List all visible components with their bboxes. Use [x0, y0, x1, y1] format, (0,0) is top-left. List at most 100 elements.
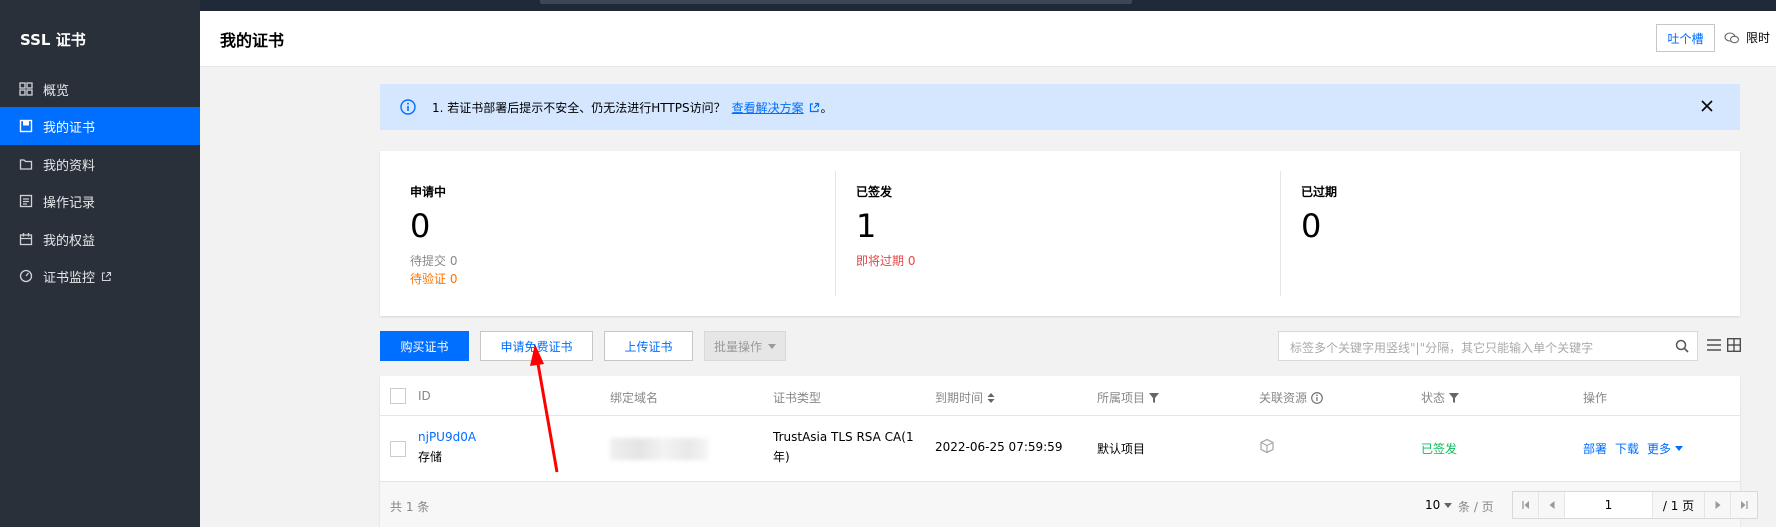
folder-icon — [19, 159, 33, 170]
project-name: 默认项目 — [1097, 442, 1146, 456]
stat-value: 0 — [1301, 207, 1322, 245]
stat-pending-verify[interactable]: 待验证 0 — [410, 270, 457, 287]
sidebar-item-operation-log[interactable]: 操作记录 — [0, 182, 200, 220]
stat-applying: 申请中 0 待提交 0 待验证 0 — [410, 151, 820, 316]
grid-view-icon[interactable] — [1727, 338, 1741, 352]
external-link-icon — [810, 102, 820, 113]
filter-icon[interactable] — [1149, 392, 1160, 403]
notice-banner: 1. 若证书部署后提示不安全、仍无法进行HTTPS访问？ 查看解决方案 。 — [380, 84, 1740, 130]
notice-message: 1. 若证书部署后提示不安全、仍无法进行HTTPS访问？ — [432, 101, 726, 115]
caret-down-icon — [1444, 502, 1453, 508]
stat-issued: 已签发 1 即将过期 0 — [856, 151, 1266, 316]
limited-offer-link[interactable]: 限时 — [1724, 29, 1770, 46]
stat-value: 0 — [410, 207, 431, 245]
close-icon[interactable] — [1700, 99, 1714, 113]
prev-page-icon — [1549, 501, 1554, 509]
column-header-label: 所属项目 — [1097, 391, 1146, 405]
sidebar-item-my-materials[interactable]: 我的资料 — [0, 145, 200, 183]
page-header: 我的证书 吐个槽 限时 — [200, 11, 1776, 67]
sidebar-item-my-benefits[interactable]: 我的权益 — [0, 220, 200, 258]
upload-certificate-button[interactable]: 上传证书 — [604, 331, 693, 361]
certificate-id-link[interactable]: njPU9d0A — [418, 430, 476, 444]
more-label: 更多 — [1647, 442, 1672, 456]
certificate-table: ID 绑定域名 证书类型 到期时间 所属项目 关联资源 状态 操作 njPU9d… — [380, 376, 1758, 527]
calendar-icon — [19, 233, 33, 246]
monitor-icon — [19, 269, 33, 283]
stat-label: 已签发 — [856, 185, 893, 199]
column-header-domain: 绑定域名 — [610, 391, 659, 405]
table-footer: 共 1 条 10 条 / 页 1 / 1 页 — [380, 482, 1758, 527]
search-placeholder: 标签多个关键字用竖线"|"分隔，其它只能输入单个关键字 — [1290, 341, 1594, 355]
notice-text: 1. 若证书部署后提示不安全、仍无法进行HTTPS访问？ 查看解决方案 。 — [432, 99, 832, 116]
total-count: 共 1 条 — [390, 500, 430, 514]
batch-operation-button[interactable]: 批量操作 — [704, 331, 786, 361]
sidebar-item-label: 我的权益 — [43, 233, 96, 249]
search-input[interactable]: 标签多个关键字用竖线"|"分隔，其它只能输入单个关键字 — [1278, 331, 1698, 361]
more-actions-dropdown[interactable]: 更多 — [1647, 440, 1684, 457]
page-title: 我的证书 — [220, 31, 285, 50]
stat-expired: 已过期 0 — [1301, 151, 1711, 316]
batch-operation-label: 批量操作 — [713, 339, 762, 354]
page-size-value: 10 — [1425, 498, 1441, 512]
sidebar-item-label: 我的证书 — [43, 120, 96, 136]
sidebar-item-label: 证书监控 — [43, 270, 96, 286]
stat-value: 1 — [856, 207, 877, 245]
deploy-link[interactable]: 部署 — [1583, 440, 1607, 457]
last-page-icon — [1741, 501, 1748, 509]
buy-certificate-button[interactable]: 购买证书 — [380, 331, 469, 361]
sidebar: SSL 证书 概览 我的证书 我的资料 操作记录 我的权益 证书监控 — [0, 0, 200, 527]
external-link-icon — [101, 271, 112, 281]
stat-expiring[interactable]: 即将过期 0 — [856, 252, 915, 269]
top-strip-bar — [540, 0, 1132, 4]
caret-down-icon — [768, 343, 776, 349]
first-page-button[interactable] — [1513, 492, 1539, 518]
blurred-domain — [610, 438, 708, 460]
column-header-label: 到期时间 — [935, 391, 984, 405]
sidebar-item-label: 我的资料 — [43, 158, 96, 174]
column-header-label: 状态 — [1421, 391, 1446, 405]
row-checkbox[interactable] — [390, 441, 406, 457]
last-page-button[interactable] — [1731, 492, 1757, 518]
sidebar-item-overview[interactable]: 概览 — [0, 70, 200, 108]
sidebar-item-label: 概览 — [43, 83, 70, 99]
table-row: njPU9d0A 存储 TrustAsia TLS RSA CA(1 年) 20… — [380, 416, 1740, 482]
stat-pending-submit: 待提交 0 — [410, 254, 458, 268]
column-header-related-resources: 关联资源 — [1259, 389, 1323, 406]
column-header-project[interactable]: 所属项目 — [1097, 389, 1160, 406]
download-link[interactable]: 下载 — [1615, 440, 1639, 457]
sort-icon[interactable] — [987, 392, 995, 403]
expire-time: 2022-06-25 07:59:59 — [935, 440, 1063, 454]
feedback-button[interactable]: 吐个槽 — [1656, 24, 1715, 52]
page-input[interactable]: 1 — [1565, 492, 1653, 518]
notice-solution-link[interactable]: 查看解决方案 — [732, 101, 804, 115]
limited-offer-label: 限时 — [1746, 31, 1771, 45]
prev-page-button[interactable] — [1539, 492, 1565, 518]
caret-down-icon — [1675, 446, 1684, 451]
select-all-checkbox[interactable] — [390, 388, 406, 404]
search-icon[interactable] — [1675, 339, 1689, 353]
filter-icon[interactable] — [1449, 392, 1460, 403]
page-size-select[interactable]: 10 — [1425, 498, 1453, 512]
stat-divider — [1280, 171, 1281, 296]
list-view-icon[interactable] — [1707, 338, 1721, 352]
next-page-icon — [1715, 501, 1720, 509]
sidebar-item-my-certificates[interactable]: 我的证书 — [0, 107, 200, 145]
sidebar-title: SSL 证书 — [20, 31, 86, 49]
info-icon — [400, 99, 416, 115]
next-page-button[interactable] — [1705, 492, 1731, 518]
sidebar-item-certificate-monitor[interactable]: 证书监控 — [0, 257, 200, 295]
top-strip — [0, 0, 1776, 11]
stat-label: 申请中 — [410, 185, 447, 199]
column-header-expire-time[interactable]: 到期时间 — [935, 389, 995, 406]
apply-free-certificate-button[interactable]: 申请免费证书 — [480, 331, 593, 361]
total-pages: / 1 页 — [1653, 492, 1705, 518]
stats-card: 申请中 0 待提交 0 待验证 0 已签发 1 即将过期 0 已过期 0 — [380, 151, 1740, 316]
pagination: 1 / 1 页 — [1512, 491, 1758, 519]
notice-suffix: 。 — [820, 101, 833, 115]
cube-icon[interactable] — [1259, 438, 1275, 454]
column-header-status[interactable]: 状态 — [1421, 389, 1460, 406]
per-page-label: 条 / 页 — [1458, 500, 1494, 514]
info-icon[interactable] — [1311, 391, 1323, 404]
certificate-icon — [19, 119, 33, 133]
certificate-type-line2: 年) — [773, 450, 790, 464]
